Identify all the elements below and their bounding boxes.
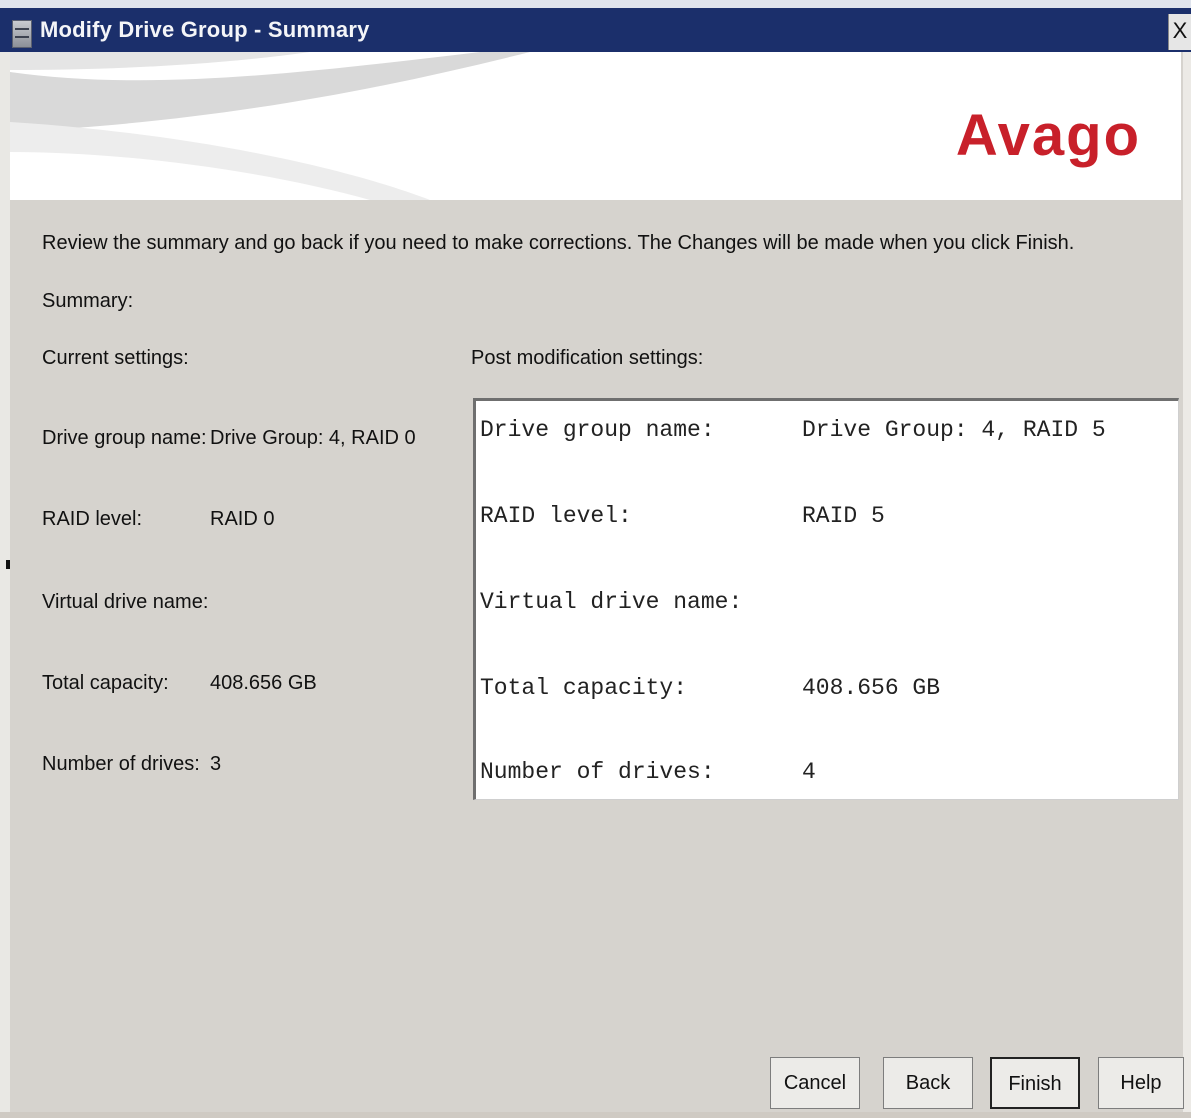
post-modification-panel: Drive group name: Drive Group: 4, RAID 5… (473, 398, 1179, 800)
current-settings-header: Current settings: (42, 347, 189, 369)
finish-button[interactable]: Finish (990, 1057, 1080, 1109)
window-title: Modify Drive Group - Summary (40, 17, 370, 42)
window-bottom-edge (0, 1112, 1191, 1118)
post-virtual-drive-name-label: Virtual drive name: (480, 589, 743, 615)
window-right-edge (1183, 52, 1191, 1118)
current-virtual-drive-name-label: Virtual drive name: (42, 591, 209, 613)
post-modification-header: Post modification settings: (471, 347, 704, 369)
post-total-capacity-value: 408.656 GB (802, 675, 941, 701)
post-drive-group-name-label: Drive group name: (480, 417, 715, 443)
avago-logo: Avago (955, 103, 1141, 168)
title-bar: Modify Drive Group - Summary X (0, 0, 1191, 52)
title-bar-top-edge (0, 0, 1191, 8)
current-total-capacity-label: Total capacity: (42, 672, 169, 694)
close-button[interactable]: X (1168, 14, 1191, 50)
summary-label: Summary: (42, 290, 134, 312)
post-drive-group-name-value: Drive Group: 4, RAID 5 (802, 417, 1106, 443)
current-drive-group-name-label: Drive group name: (42, 427, 207, 449)
instructions-text: Review the summary and go back if you ne… (42, 232, 1075, 254)
header-banner: Avago (10, 52, 1181, 200)
window-left-edge (0, 52, 10, 1118)
current-number-of-drives-value: 3 (210, 753, 222, 775)
post-number-of-drives-label: Number of drives: (480, 759, 715, 785)
cancel-button[interactable]: Cancel (770, 1057, 860, 1109)
current-number-of-drives-label: Number of drives: (42, 753, 200, 775)
current-total-capacity-value: 408.656 GB (210, 672, 317, 694)
drive-stack-icon (12, 20, 32, 48)
help-button[interactable]: Help (1098, 1057, 1184, 1109)
post-total-capacity-label: Total capacity: (480, 675, 688, 701)
current-raid-level-value: RAID 0 (210, 508, 275, 530)
current-raid-level-label: RAID level: (42, 508, 143, 530)
edge-marker (6, 560, 10, 569)
post-number-of-drives-value: 4 (802, 759, 816, 785)
current-drive-group-name-value: Drive Group: 4, RAID 0 (210, 427, 416, 449)
post-raid-level-label: RAID level: (480, 503, 632, 529)
post-raid-level-value: RAID 5 (802, 503, 885, 529)
back-button[interactable]: Back (883, 1057, 973, 1109)
